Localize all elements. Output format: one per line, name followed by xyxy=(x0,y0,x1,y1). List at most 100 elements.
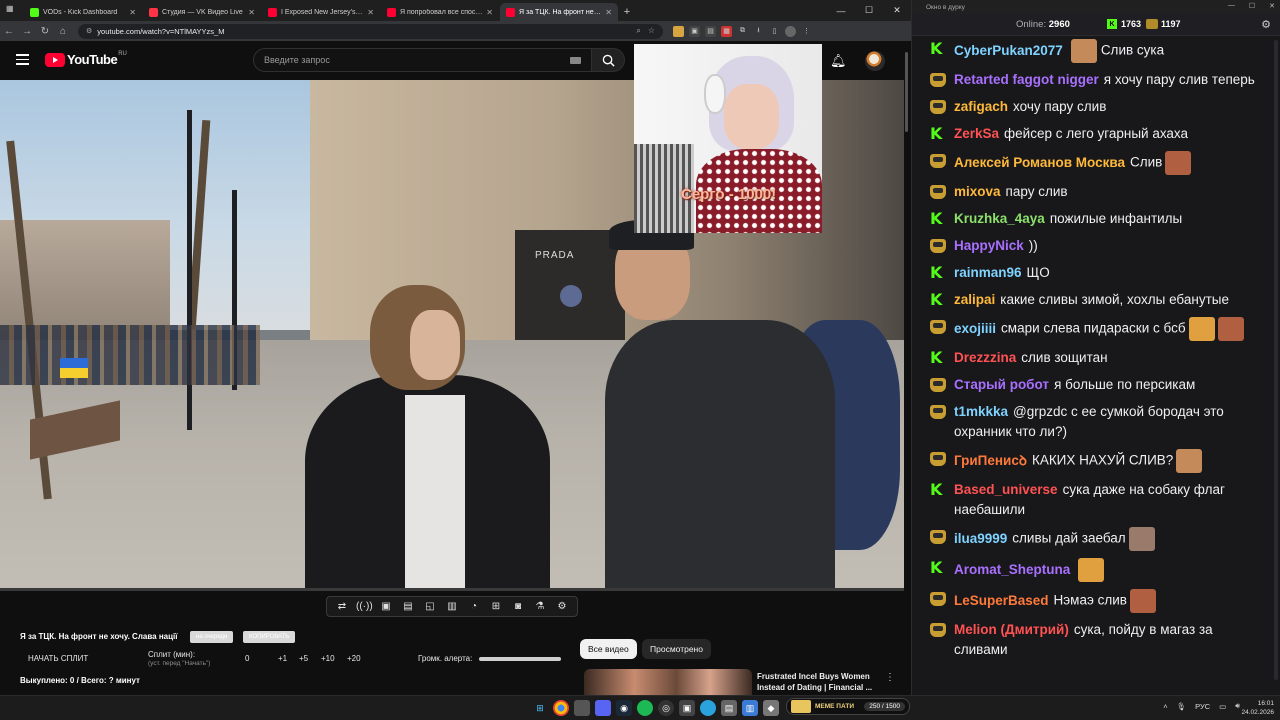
chat-nickname[interactable]: mixova xyxy=(954,184,1001,199)
maximize-icon[interactable]: ☐ xyxy=(1249,2,1255,10)
chat-scrollbar[interactable] xyxy=(1274,40,1278,680)
browser-tab[interactable]: VODs - Kick Dashboard ✕ xyxy=(24,3,142,21)
lens-icon[interactable]: ⌕ xyxy=(636,26,640,36)
settings-icon[interactable]: ⚙ xyxy=(554,601,570,612)
chat-nickname[interactable]: Based_universe xyxy=(954,482,1058,497)
menu-icon[interactable]: ⋮ xyxy=(801,26,812,37)
puzzle-icon[interactable]: ⧉ xyxy=(737,26,748,37)
minimize-icon[interactable]: — xyxy=(1228,2,1235,10)
speed-icon[interactable]: ◔ xyxy=(466,601,482,612)
app-icon[interactable]: ◆ xyxy=(763,700,779,716)
chat-nickname[interactable]: zafigach xyxy=(954,99,1008,114)
chat-nickname[interactable]: Melion (Дмитрий) xyxy=(954,622,1069,637)
queue-button[interactable]: на очереди xyxy=(190,631,234,643)
donation-goal-widget[interactable]: МЕМЕ ПАТИ 250 / 1500 xyxy=(786,698,910,715)
maximize-icon[interactable]: ☐ xyxy=(855,0,883,21)
minimize-icon[interactable]: — xyxy=(827,0,855,21)
reload-icon[interactable]: ↻ xyxy=(36,26,54,37)
back-icon[interactable]: ← xyxy=(0,26,18,37)
files-icon[interactable] xyxy=(574,700,590,716)
chat-nickname[interactable]: Drezzzina xyxy=(954,350,1016,365)
recommended-thumbnail[interactable] xyxy=(584,669,752,695)
chat-nickname[interactable]: rainman96 xyxy=(954,265,1022,280)
new-tab-button[interactable]: + xyxy=(619,3,635,21)
chat-nickname[interactable]: t1mkkka xyxy=(954,404,1008,419)
video-settings-icon[interactable]: ▣ xyxy=(378,601,394,612)
audio-icon[interactable]: ((·)) xyxy=(356,601,373,612)
tab-close-icon[interactable]: ✕ xyxy=(486,8,493,17)
chip-all-videos[interactable]: Все видео xyxy=(580,639,637,659)
extension-icon[interactable]: ▤ xyxy=(705,25,716,37)
obs-icon[interactable]: ◎ xyxy=(658,700,674,716)
hamburger-icon[interactable] xyxy=(16,54,29,65)
add-10-button[interactable]: +10 xyxy=(321,654,335,663)
tab-close-icon[interactable]: ✕ xyxy=(129,8,136,17)
chat-nickname[interactable]: CyberPukan2077 xyxy=(954,43,1063,58)
chat-nickname[interactable]: Aromat_Sheptuna xyxy=(954,562,1070,577)
crop-icon[interactable]: ◱ xyxy=(422,601,438,612)
video-progress-bar[interactable] xyxy=(0,588,904,591)
extension-icon[interactable] xyxy=(673,25,684,37)
steam-icon[interactable]: ◉ xyxy=(616,700,632,716)
chat-nickname[interactable]: HappyNick xyxy=(954,238,1024,253)
loop-icon[interactable]: ⇄ xyxy=(334,601,350,612)
alert-volume-slider[interactable] xyxy=(479,657,561,661)
browser-tab[interactable]: Студия — VK Видео Live ✕ xyxy=(143,3,261,21)
chat-nickname[interactable]: zalipai xyxy=(954,292,995,307)
clock[interactable]: 16:01 24.02.2026 xyxy=(1241,699,1274,717)
network-icon[interactable]: ▭ xyxy=(1219,702,1226,711)
browser-tab[interactable]: Я попробовал все способы б✕ xyxy=(381,3,499,21)
chat-nickname[interactable]: exojiiii xyxy=(954,321,996,336)
extension-icon[interactable]: ▦ xyxy=(721,25,732,37)
discord-icon[interactable] xyxy=(595,700,611,716)
keyboard-icon[interactable] xyxy=(570,57,581,64)
avatar[interactable] xyxy=(865,51,885,71)
chat-nickname[interactable]: Kruzhka_4aya xyxy=(954,211,1045,226)
notifications-bell-icon[interactable]: 🔔︎ xyxy=(830,53,847,69)
copy-button[interactable]: КОПИРОВАТЬ xyxy=(243,631,296,643)
chat-nickname[interactable]: Retarted faggot nigger xyxy=(954,72,1099,87)
film-icon[interactable]: ▤ xyxy=(400,601,416,612)
page-scrollbar[interactable] xyxy=(905,52,908,132)
site-info-icon[interactable]: ⚙ xyxy=(86,27,92,35)
volume-icon[interactable]: 🔊︎ xyxy=(1235,701,1240,711)
close-icon[interactable]: ✕ xyxy=(883,0,911,21)
app-icon[interactable]: ▣ xyxy=(679,700,695,716)
chat-nickname[interactable]: ZerkSa xyxy=(954,126,999,141)
plus-box-icon[interactable]: ⊞ xyxy=(488,601,504,612)
recommended-title[interactable]: Frustrated Incel Buys Women Instead of D… xyxy=(757,671,882,693)
telegram-icon[interactable] xyxy=(700,700,716,716)
extension-icon[interactable]: ▣ xyxy=(689,25,700,37)
forward-icon[interactable]: → xyxy=(18,26,36,37)
address-bar[interactable]: ⚙ youtube.com/watch?v=NTlMAYYzs_M ⌕ ☆ xyxy=(78,23,663,39)
start-icon[interactable]: ⊞ xyxy=(532,700,548,716)
lang-indicator[interactable]: РУС xyxy=(1195,702,1210,711)
youtube-logo[interactable]: YouTube RU xyxy=(45,51,127,67)
chat-nickname[interactable]: ilua9999 xyxy=(954,531,1007,546)
gear-icon[interactable]: ⚙ xyxy=(1261,18,1271,31)
flask-icon[interactable]: ⚗ xyxy=(532,601,548,612)
browser-tab[interactable]: I Exposed New Jersey's Jewish✕ xyxy=(262,3,380,21)
start-split-button[interactable]: НАЧАТЬ СПЛИТ xyxy=(28,654,88,663)
add-5-button[interactable]: +5 xyxy=(299,654,308,663)
profile-icon[interactable] xyxy=(785,25,796,37)
chat-nickname[interactable]: Старый робот xyxy=(954,377,1049,392)
spotify-icon[interactable] xyxy=(637,700,653,716)
chip-watched[interactable]: Просмотрено xyxy=(642,639,711,659)
chat-nickname[interactable]: Алексей Романов Москва xyxy=(954,155,1125,170)
close-icon[interactable]: ✕ xyxy=(1269,2,1275,10)
tab-close-icon[interactable]: ✕ xyxy=(605,8,612,17)
chat-nickname[interactable]: LeSuperBased xyxy=(954,593,1049,608)
bookmark-icon[interactable]: ☆ xyxy=(648,26,655,36)
sidepanel-icon[interactable]: ▯ xyxy=(769,26,780,37)
tab-close-icon[interactable]: ✕ xyxy=(367,8,374,17)
more-vert-icon[interactable]: ⋮ xyxy=(885,672,895,683)
add-1-button[interactable]: +1 xyxy=(278,654,287,663)
add-20-button[interactable]: +20 xyxy=(347,654,361,663)
tv-icon[interactable]: ▥ xyxy=(444,601,460,612)
app-icon[interactable]: ▤ xyxy=(721,700,737,716)
download-icon[interactable]: ⭳ xyxy=(753,26,764,37)
search-button[interactable] xyxy=(591,48,625,72)
chrome-icon[interactable] xyxy=(553,700,569,716)
app-icon[interactable]: ▥ xyxy=(742,700,758,716)
